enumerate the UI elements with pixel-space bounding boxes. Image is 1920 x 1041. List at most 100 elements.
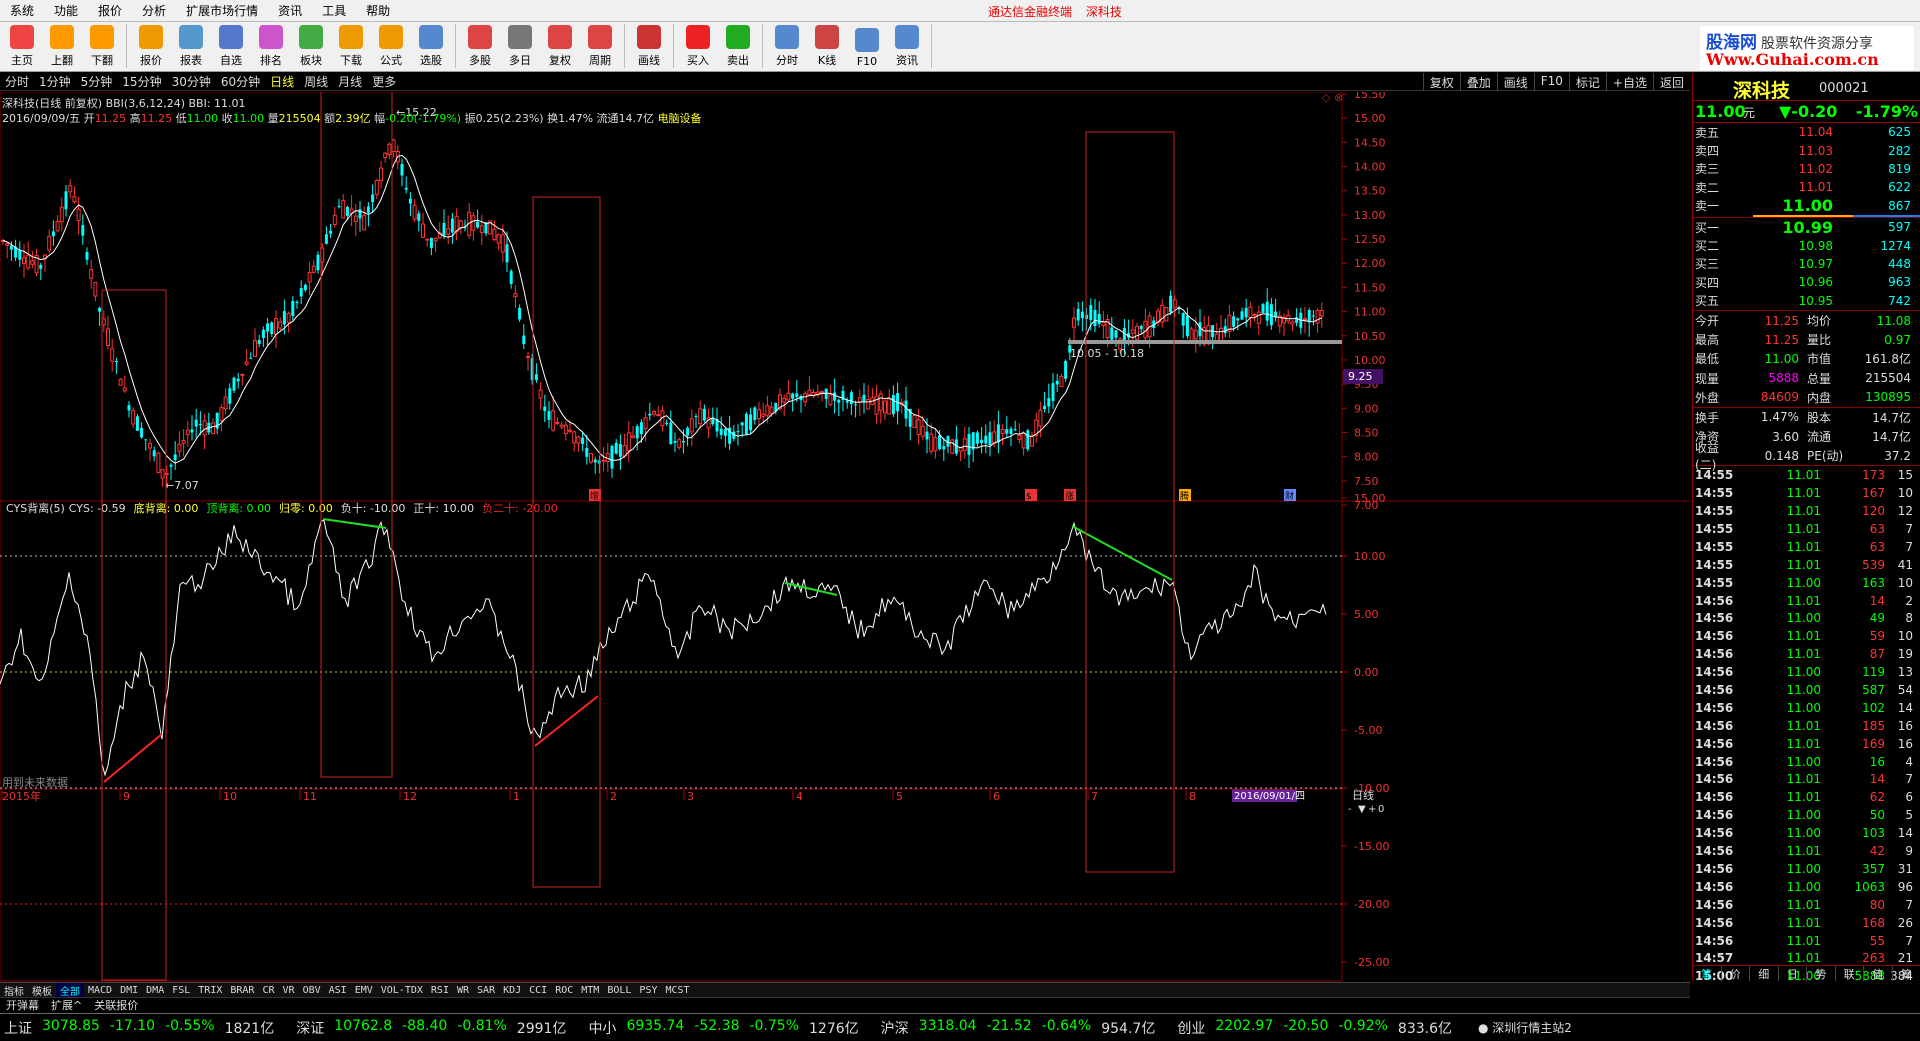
period-tab-5[interactable]: 60分钟 xyxy=(216,73,265,90)
toolbar-btn-f8[interactable]: 周期 xyxy=(580,22,620,70)
indicator-tab-15[interactable]: RSI xyxy=(427,985,453,996)
menu-item-tools[interactable]: 工具 xyxy=(312,2,356,19)
chart-action-1[interactable]: 叠加 xyxy=(1459,73,1497,91)
period-tab-2[interactable]: 5分钟 xyxy=(76,73,118,90)
indicator-tab-20[interactable]: ROC xyxy=(551,985,577,996)
index-summary[interactable]: 创业 2202.97 -20.50 -0.92% 833.6亿 xyxy=(1177,1018,1452,1038)
indicator-tab-4[interactable]: DMI xyxy=(116,985,142,996)
period-tab-7[interactable]: 周线 xyxy=(299,73,333,90)
indicator-tab-22[interactable]: BOLL xyxy=(603,985,635,996)
danmu-toggle[interactable]: 开弹幕 xyxy=(0,997,45,1013)
bid-row[interactable]: 买四 10.96 963 xyxy=(1693,273,1920,291)
restore-chart-icon[interactable]: ◇ xyxy=(1322,92,1331,104)
tick-list[interactable]: 14:55 11.01 173 15 14:55 11.01 167 10 14:55 11.01… xyxy=(1693,466,1920,985)
indicator-tab-13[interactable]: EMV xyxy=(351,985,377,996)
toolbar-btn-download[interactable]: 下载 xyxy=(331,22,371,70)
zoom-control-icon[interactable]: 0 xyxy=(1378,804,1384,815)
menu-item-analysis[interactable]: 分析 xyxy=(132,2,176,19)
related-quote-tab[interactable]: 关联报价 xyxy=(88,997,144,1013)
period-tab-1[interactable]: 1分钟 xyxy=(34,73,76,90)
ask-row[interactable]: 卖二 11.01 622 xyxy=(1693,178,1920,196)
quote-tab-2[interactable]: 细 xyxy=(1750,966,1779,981)
chart-action-5[interactable]: +自选 xyxy=(1605,73,1653,91)
toolbar-btn-up-arrow[interactable]: 上翻 xyxy=(42,22,82,70)
period-tab-3[interactable]: 15分钟 xyxy=(117,73,166,90)
indicator-tab-0[interactable]: 指标 xyxy=(0,983,28,998)
menu-item-quote[interactable]: 报价 xyxy=(88,2,132,19)
menu-item-news[interactable]: 资讯 xyxy=(268,2,312,19)
indicator-tab-14[interactable]: VOL-TDX xyxy=(377,985,427,996)
extend-toggle[interactable]: 扩展^ xyxy=(45,997,88,1013)
indicator-tab-16[interactable]: WR xyxy=(453,985,473,996)
ask-row[interactable]: 卖三 11.02 819 xyxy=(1693,160,1920,178)
ask-row[interactable]: 卖五 11.04 625 xyxy=(1693,123,1920,141)
period-tab-9[interactable]: 更多 xyxy=(367,73,401,90)
indicator-tab-18[interactable]: KDJ xyxy=(499,985,525,996)
toolbar-btn-sell[interactable]: 卖出 xyxy=(718,22,758,70)
quote-tab-0[interactable]: 笔 xyxy=(1693,966,1722,981)
chart-action-4[interactable]: 标记 xyxy=(1568,73,1606,91)
chart-action-2[interactable]: 画线 xyxy=(1496,73,1534,91)
zoom-control-icon[interactable]: + xyxy=(1368,804,1376,815)
toolbar-btn-blocks[interactable]: 板块 xyxy=(291,22,331,70)
bid-row[interactable]: 买五 10.95 742 xyxy=(1693,292,1920,310)
indicator-tab-8[interactable]: BRAR xyxy=(226,985,258,996)
indicator-tab-23[interactable]: PSY xyxy=(635,985,661,996)
toolbar-btn-clock[interactable]: 多日 xyxy=(500,22,540,70)
period-tab-8[interactable]: 月线 xyxy=(333,73,367,90)
indicator-tab-3[interactable]: MACD xyxy=(84,985,116,996)
ask-row[interactable]: 卖一 11.00 867 xyxy=(1693,196,1920,215)
indicator-tab-19[interactable]: CCI xyxy=(525,985,551,996)
chart-action-3[interactable]: F10 xyxy=(1533,73,1569,91)
kline-chart[interactable]: 15.5015.0014.5014.0013.5013.0012.5012.00… xyxy=(0,92,1690,982)
bid-row[interactable]: 买二 10.98 1274 xyxy=(1693,236,1920,254)
indicator-tab-1[interactable]: 模板 xyxy=(28,983,56,998)
toolbar-btn-rank[interactable]: 排名 xyxy=(251,22,291,70)
indicator-tab-6[interactable]: FSL xyxy=(168,985,194,996)
toolbar-btn-f6[interactable]: 自选 xyxy=(211,22,251,70)
toolbar-btn-intraday[interactable]: 分时 xyxy=(767,22,807,70)
toolbar-btn-yen[interactable]: 报价 xyxy=(131,22,171,70)
toolbar-btn-select-stock[interactable]: 选股 xyxy=(411,22,451,70)
bid-row[interactable]: 买三 10.97 448 xyxy=(1693,255,1920,273)
indicator-tab-21[interactable]: MTM xyxy=(577,985,603,996)
menu-item-help[interactable]: 帮助 xyxy=(356,2,400,19)
bid-row[interactable]: 买一 10.99 597 xyxy=(1693,218,1920,237)
index-summary[interactable]: 深证 10762.8 -88.40 -0.81% 2991亿 xyxy=(296,1018,566,1038)
toolbar-btn-formula[interactable]: 公式 xyxy=(371,22,411,70)
index-summary[interactable]: 沪深 3318.04 -21.52 -0.64% 954.7亿 xyxy=(881,1018,1156,1038)
chart-action-0[interactable]: 复权 xyxy=(1422,73,1460,91)
indicator-tab-7[interactable]: TRIX xyxy=(194,985,226,996)
indicator-tab-10[interactable]: VR xyxy=(279,985,299,996)
toolbar-btn-kline[interactable]: K线 xyxy=(807,22,847,70)
toolbar-btn-buy[interactable]: 买入 xyxy=(678,22,718,70)
period-tab-0[interactable]: 分时 xyxy=(0,73,34,90)
quote-tab-3[interactable]: 日 xyxy=(1779,966,1807,981)
zoom-control-icon[interactable]: ▼ xyxy=(1358,804,1366,815)
indicator-tab-24[interactable]: MCST xyxy=(661,985,693,996)
ask-row[interactable]: 卖四 11.03 282 xyxy=(1693,141,1920,159)
quote-tab-1[interactable]: 价 xyxy=(1722,966,1750,981)
toolbar-btn-down-arrow[interactable]: 下翻 xyxy=(82,22,122,70)
toolbar-btn-f10[interactable]: F10 xyxy=(847,22,887,70)
quote-tab-6[interactable]: 值 xyxy=(1864,966,1893,981)
period-tab-4[interactable]: 30分钟 xyxy=(167,73,216,90)
menu-item-system[interactable]: 系统 xyxy=(0,2,44,19)
zoom-control-icon[interactable]: - xyxy=(1348,804,1352,815)
indicator-tab-17[interactable]: SAR xyxy=(473,985,499,996)
toolbar-btn-multi-stock[interactable]: 多股 xyxy=(460,22,500,70)
menu-item-function[interactable]: 功能 xyxy=(44,2,88,19)
indicator-tab-11[interactable]: OBV xyxy=(299,985,325,996)
toolbar-btn-report[interactable]: 报表 xyxy=(171,22,211,70)
server-status[interactable]: ● 深圳行情主站2 xyxy=(1478,1019,1572,1036)
toolbar-btn-adjust[interactable]: 复权 xyxy=(540,22,580,70)
quote-tab-7[interactable]: 筹 xyxy=(1893,966,1920,981)
quote-tab-5[interactable]: 联 xyxy=(1836,966,1864,981)
indicator-tab-9[interactable]: CR xyxy=(258,985,278,996)
period-tab-6[interactable]: 日线 xyxy=(265,73,299,90)
sector-link[interactable]: 电脑设备 xyxy=(658,112,702,125)
menu-item-ext-market[interactable]: 扩展市场行情 xyxy=(176,2,268,19)
indicator-tab-5[interactable]: DMA xyxy=(142,985,168,996)
close-chart-icon[interactable]: ⊗ xyxy=(1334,92,1343,104)
chart-action-6[interactable]: 返回 xyxy=(1652,73,1690,91)
